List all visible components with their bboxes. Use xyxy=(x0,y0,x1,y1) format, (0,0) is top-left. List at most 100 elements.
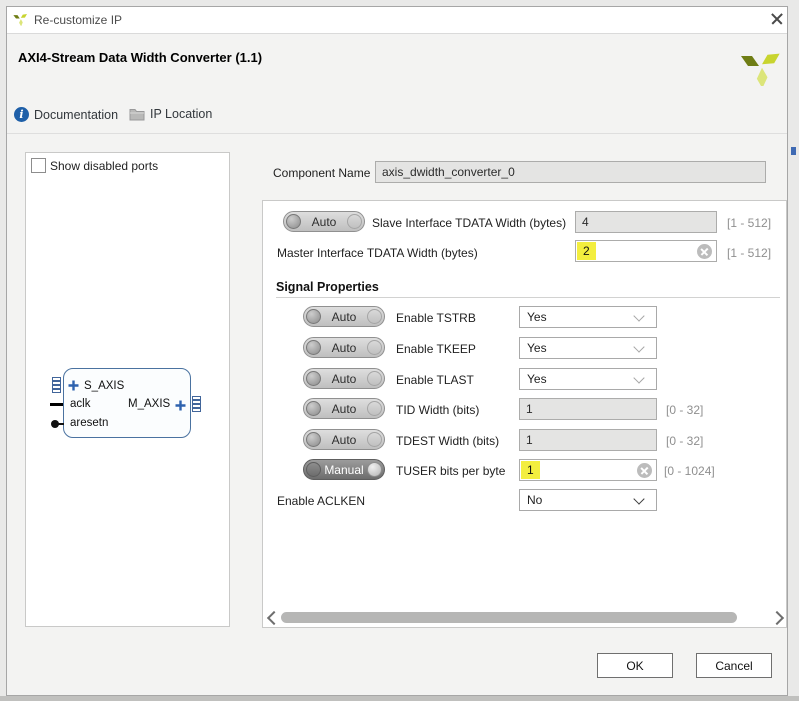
toggle-knob-ghost xyxy=(367,401,382,416)
port-aclk: aclk xyxy=(70,398,91,410)
slave-tdata-auto-toggle[interactable]: Auto xyxy=(283,211,365,232)
tuser-bits-input[interactable]: 1 xyxy=(519,459,657,481)
enable-aclken-label: Enable ACLKEN xyxy=(277,494,366,508)
s-axis-expand-icon[interactable] xyxy=(68,380,79,391)
component-name-label: Component Name xyxy=(273,166,371,180)
close-icon[interactable] xyxy=(766,9,788,29)
enable-tkeep-value: Yes xyxy=(527,341,547,355)
enable-tlast-select[interactable]: Yes xyxy=(519,368,657,390)
toggle-label: Auto xyxy=(331,371,357,386)
port-aresetn: aresetn xyxy=(70,417,109,429)
ok-button[interactable]: OK xyxy=(597,653,673,678)
chevron-down-icon xyxy=(633,493,645,505)
master-tdata-value: 2 xyxy=(577,242,596,260)
tkeep-auto-toggle[interactable]: Auto xyxy=(303,337,385,358)
tid-width-input: 1 xyxy=(519,398,657,420)
port-s-axis: S_AXIS xyxy=(84,380,125,392)
tuser-bits-label: TUSER bits per byte xyxy=(396,464,506,478)
component-name-value: axis_dwidth_converter_0 xyxy=(382,165,515,179)
chevron-down-icon xyxy=(633,341,645,353)
folder-icon xyxy=(129,109,145,121)
toggle-label: Auto xyxy=(311,214,337,229)
toggle-label: Auto xyxy=(331,401,357,416)
dialog-title: Re-customize IP xyxy=(34,13,123,27)
toggle-label: Auto xyxy=(331,309,357,324)
toggle-knob xyxy=(306,340,321,355)
ip-title: AXI4-Stream Data Width Converter (1.1) xyxy=(18,50,263,65)
enable-tkeep-select[interactable]: Yes xyxy=(519,337,657,359)
tdest-width-range: [0 - 32] xyxy=(666,434,704,448)
tab-ip-location[interactable]: IP Location xyxy=(129,107,212,121)
enable-tstrb-value: Yes xyxy=(527,310,547,324)
master-tdata-label: Master Interface TDATA Width (bytes) xyxy=(277,246,478,260)
screen: Re-customize IP AXI4-Stream Data Width C… xyxy=(0,0,799,701)
tid-width-range: [0 - 32] xyxy=(666,403,704,417)
toggle-knob-ghost xyxy=(347,214,362,229)
xilinx-logo-icon xyxy=(13,14,27,26)
tdest-width-value: 1 xyxy=(526,433,533,447)
tab-documentation-label: Documentation xyxy=(34,107,119,122)
m-axis-bus-pin-icon xyxy=(192,396,201,412)
component-name-input[interactable]: axis_dwidth_converter_0 xyxy=(375,161,766,183)
window-bottom-shadow xyxy=(0,696,799,701)
toggle-knob xyxy=(367,462,382,477)
slave-tdata-label: Slave Interface TDATA Width (bytes) xyxy=(372,216,567,230)
slave-tdata-input: 4 xyxy=(575,211,717,233)
toggle-label: Auto xyxy=(331,432,357,447)
scrollbar-thumb[interactable] xyxy=(281,612,737,623)
enable-aclken-value: No xyxy=(527,493,543,507)
xilinx-logo xyxy=(741,53,780,86)
aresetn-pin-stub xyxy=(58,423,64,425)
toggle-knob xyxy=(306,371,321,386)
background-artifact xyxy=(791,147,796,155)
toggle-knob-ghost xyxy=(306,462,321,477)
tstrb-auto-toggle[interactable]: Auto xyxy=(303,306,385,327)
enable-tstrb-select[interactable]: Yes xyxy=(519,306,657,328)
section-divider xyxy=(276,297,780,298)
enable-tkeep-label: Enable TKEEP xyxy=(396,342,476,356)
chevron-down-icon xyxy=(633,310,645,322)
toggle-knob xyxy=(306,309,321,324)
slave-tdata-range: [1 - 512] xyxy=(727,216,772,230)
cancel-button[interactable]: Cancel xyxy=(696,653,772,678)
signal-properties-title: Signal Properties xyxy=(276,280,379,294)
tdest-width-input: 1 xyxy=(519,429,657,451)
enable-tstrb-label: Enable TSTRB xyxy=(396,311,476,325)
tuser-bits-value: 1 xyxy=(521,461,540,479)
toggle-knob-ghost xyxy=(367,340,382,355)
toggle-knob-ghost xyxy=(367,432,382,447)
show-disabled-ports-checkbox[interactable] xyxy=(31,158,46,173)
m-axis-expand-icon[interactable] xyxy=(175,400,186,411)
toggle-knob xyxy=(306,432,321,447)
toggle-knob-ghost xyxy=(367,371,382,386)
tid-width-value: 1 xyxy=(526,402,533,416)
toggle-knob xyxy=(306,401,321,416)
tdest-auto-toggle[interactable]: Auto xyxy=(303,429,385,450)
dialog-titlebar[interactable] xyxy=(7,7,787,34)
toggle-knob xyxy=(286,214,301,229)
chevron-down-icon xyxy=(633,372,645,384)
master-tdata-input[interactable]: 2 xyxy=(575,240,717,262)
toggle-knob-ghost xyxy=(367,309,382,324)
tuser-manual-toggle[interactable]: Manual xyxy=(303,459,385,480)
s-axis-bus-pin-icon xyxy=(52,377,61,393)
tid-width-label: TID Width (bits) xyxy=(396,403,480,417)
port-m-axis: M_AXIS xyxy=(128,398,171,410)
enable-tlast-value: Yes xyxy=(527,372,547,386)
tab-documentation[interactable]: i Documentation xyxy=(14,107,118,122)
tlast-auto-toggle[interactable]: Auto xyxy=(303,368,385,389)
info-icon: i xyxy=(14,107,29,122)
tid-auto-toggle[interactable]: Auto xyxy=(303,398,385,419)
enable-tlast-label: Enable TLAST xyxy=(396,373,474,387)
toggle-label: Auto xyxy=(331,340,357,355)
header-separator xyxy=(7,133,787,134)
slave-tdata-value: 4 xyxy=(582,215,589,229)
aclk-pin-icon xyxy=(50,403,63,406)
clear-icon[interactable] xyxy=(697,244,712,259)
master-tdata-range: [1 - 512] xyxy=(727,246,772,260)
tab-ip-location-label: IP Location xyxy=(150,107,213,121)
enable-aclken-select[interactable]: No xyxy=(519,489,657,511)
show-disabled-ports-label: Show disabled ports xyxy=(50,159,159,173)
tdest-width-label: TDEST Width (bits) xyxy=(396,434,500,448)
clear-icon[interactable] xyxy=(637,463,652,478)
